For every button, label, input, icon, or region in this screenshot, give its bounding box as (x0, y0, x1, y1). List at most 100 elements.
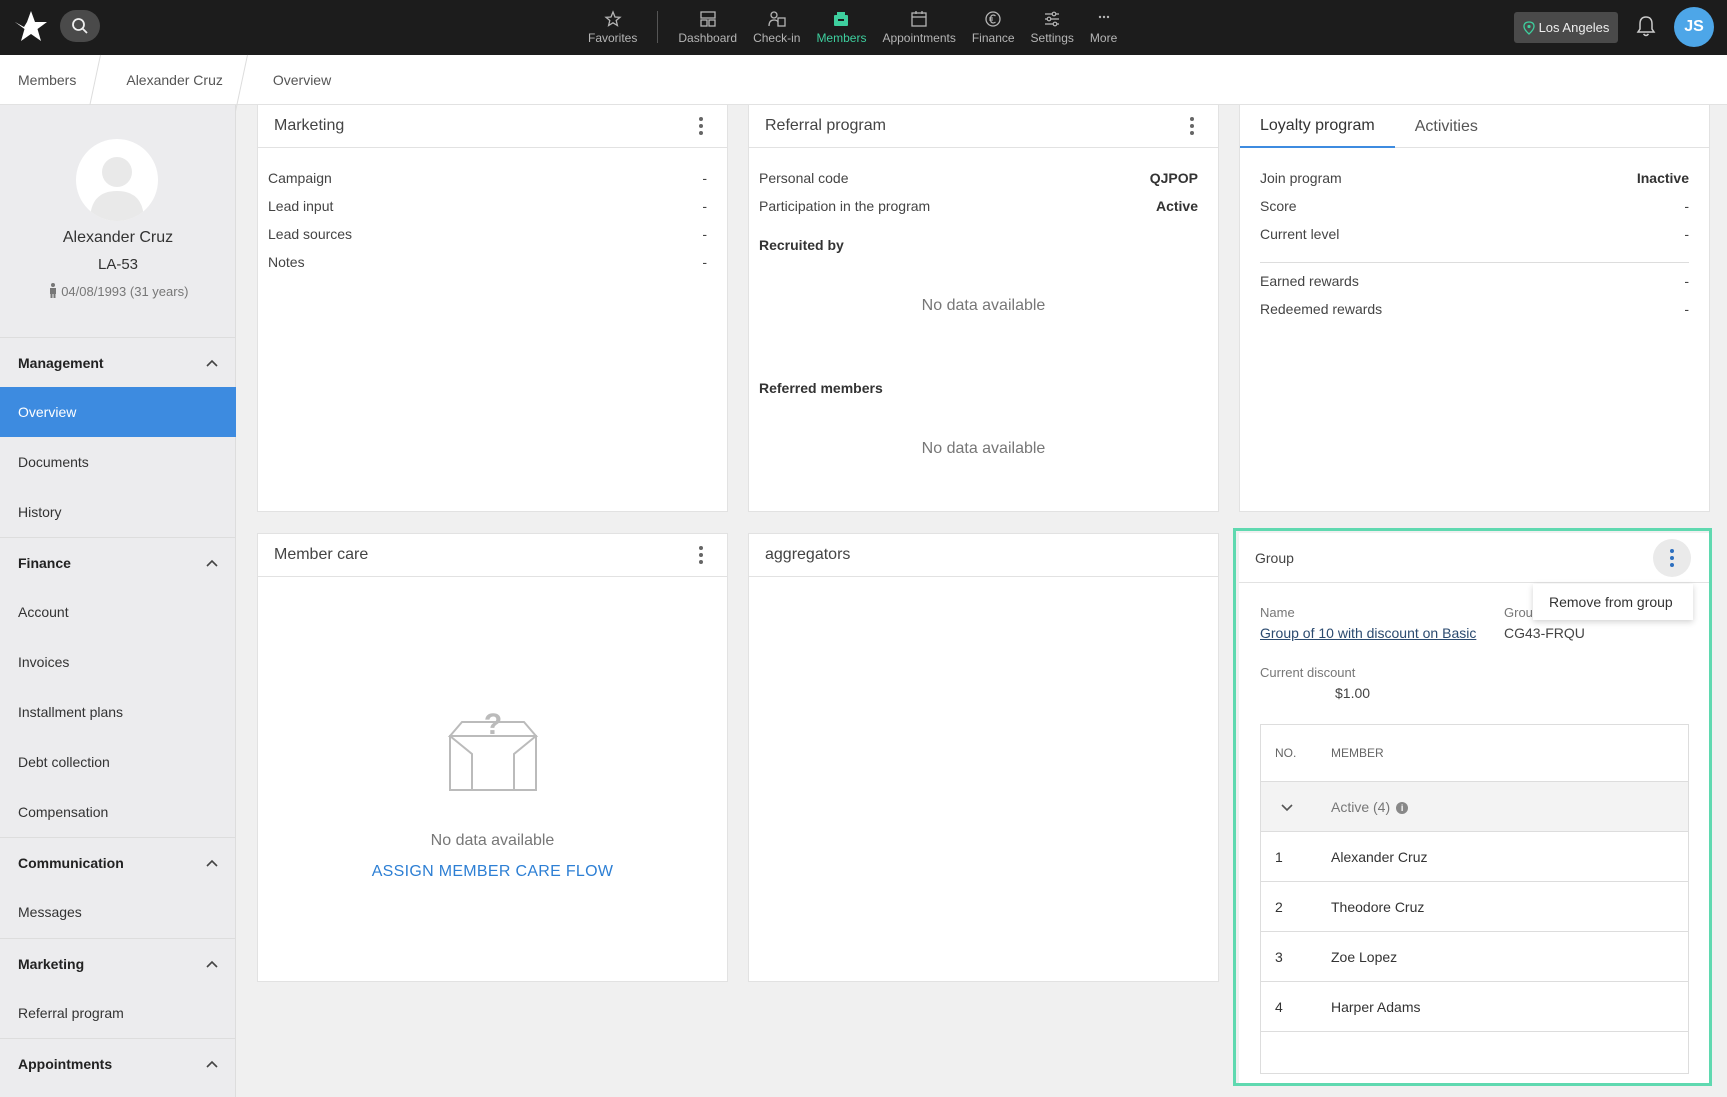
row-label: Join program (1260, 170, 1342, 186)
tab-activities[interactable]: Activities (1395, 105, 1498, 148)
nav-check-in[interactable]: Check-in (745, 0, 808, 55)
location-pin-icon (1522, 20, 1535, 35)
location-selector[interactable]: Los Angeles (1514, 12, 1618, 43)
nav-settings[interactable]: Settings (1023, 0, 1082, 55)
member-care-card: Member care ? No data available ASSIGN M… (257, 533, 728, 982)
section-label: Communication (18, 854, 124, 871)
breadcrumb-overview: Overview (272, 71, 332, 88)
dashboard-icon (700, 11, 716, 27)
card-header: aggregators (749, 534, 1218, 577)
card-title: Marketing (274, 117, 345, 134)
sidebar-item-history[interactable]: History (0, 487, 236, 537)
row-value: - (702, 226, 707, 242)
no-data-text: No data available (921, 440, 1046, 457)
sidebar-section-communication[interactable]: Communication (0, 837, 236, 887)
sidebar-item-referral-program[interactable]: Referral program (0, 988, 236, 1038)
sidebar-item-overview[interactable]: Overview (0, 387, 236, 437)
person-placeholder-icon (90, 157, 144, 221)
sidebar-section-management[interactable]: Management (0, 337, 236, 387)
user-avatar[interactable]: JS (1674, 7, 1714, 47)
row-value: - (702, 170, 707, 186)
card-header: Referral program (749, 105, 1218, 148)
member-name: Alexander Cruz (62, 229, 174, 246)
divider (1260, 262, 1689, 263)
row-label: Redeemed rewards (1260, 301, 1383, 317)
nav-divider (657, 11, 659, 43)
nav-dashboard[interactable]: Dashboard (670, 0, 745, 55)
chevron-up-icon (206, 859, 218, 867)
nav-members[interactable]: Members (808, 0, 874, 55)
sidebar-item-messages[interactable]: Messages (0, 887, 236, 937)
member-avatar (76, 139, 158, 221)
referral-row-personal-code: Personal code QJPOP (759, 170, 1198, 186)
breadcrumb: Members Alexander Cruz Overview (0, 55, 1727, 105)
loyalty-row-redeemed-rewards: Redeemed rewards - (1260, 301, 1689, 317)
bell-icon (1636, 16, 1656, 37)
kebab-menu-icon[interactable] (691, 114, 711, 138)
nav-favorites[interactable]: Favorites (580, 0, 645, 55)
chevron-up-icon (206, 559, 218, 567)
nav-label: Settings (1030, 31, 1074, 45)
nav-appointments[interactable]: Appointments (874, 0, 963, 55)
section-label: Management (18, 354, 104, 371)
row-value: - (702, 198, 707, 214)
sidebar-item-debt-collection[interactable]: Debt collection (0, 737, 236, 787)
recruited-by-heading: Recruited by (759, 237, 844, 253)
sidebar-section-appointments[interactable]: Appointments (0, 1038, 236, 1088)
member-dob-text: 04/08/1993 (31 years) (61, 284, 189, 299)
breadcrumb-member-name[interactable]: Alexander Cruz (108, 55, 241, 105)
sidebar-item-documents[interactable]: Documents (0, 437, 236, 487)
card-title: aggregators (765, 546, 851, 563)
assign-member-care-flow-link[interactable]: ASSIGN MEMBER CARE FLOW (258, 863, 727, 881)
breadcrumb-separator (94, 55, 108, 105)
row-value: - (702, 254, 707, 270)
nav-label: Appointments (882, 31, 956, 45)
search-icon (72, 18, 88, 34)
calendar-icon (911, 11, 927, 27)
referred-members-heading: Referred members (759, 380, 883, 396)
members-icon (834, 12, 849, 26)
section-label: Marketing (18, 955, 85, 972)
group-card-highlight (1233, 528, 1712, 1086)
loyalty-row-earned-rewards: Earned rewards - (1260, 273, 1689, 289)
star-icon (604, 10, 622, 27)
marketing-row-notes: Notes - (268, 254, 707, 270)
nav-label: More (1089, 31, 1118, 45)
card-header: Marketing (258, 105, 727, 148)
marketing-row-lead-sources: Lead sources - (268, 226, 707, 242)
loyalty-program-card: Loyalty program Activities Join program I… (1239, 104, 1710, 512)
sidebar-item-installment-plans[interactable]: Installment plans (0, 687, 236, 737)
nav-more[interactable]: More (1082, 0, 1125, 55)
sidebar-item-invoices[interactable]: Invoices (0, 637, 236, 687)
row-value: - (1684, 301, 1689, 317)
tab-loyalty-program[interactable]: Loyalty program (1240, 105, 1395, 148)
marketing-card: Marketing Campaign - Lead input - Lead sou… (257, 104, 728, 512)
sliders-icon (1045, 11, 1060, 27)
nav-finance[interactable]: Finance (964, 0, 1023, 55)
row-value: - (1684, 273, 1689, 289)
main-nav: Favorites Dashboard Check-in Members App… (580, 0, 1125, 55)
breadcrumb-members[interactable]: Members (0, 55, 94, 105)
aggregators-card: aggregators (748, 533, 1219, 982)
sidebar-item-account[interactable]: Account (0, 587, 236, 637)
section-label: Appointments (18, 1055, 113, 1072)
row-label: Score (1260, 198, 1297, 214)
row-value: - (1684, 198, 1689, 214)
more-icon (1098, 15, 1109, 19)
search-button[interactable] (60, 10, 100, 42)
sidebar-section-finance[interactable]: Finance (0, 537, 236, 587)
nav-label: Finance (971, 31, 1015, 45)
kebab-menu-icon[interactable] (1182, 114, 1202, 138)
sidebar-item-compensation[interactable]: Compensation (0, 787, 236, 837)
app-logo-icon[interactable] (12, 8, 50, 46)
empty-box-icon: ? (447, 708, 539, 791)
row-label: Personal code (759, 170, 849, 186)
kebab-menu-icon[interactable] (691, 543, 711, 567)
referral-row-participation: Participation in the program Active (759, 198, 1198, 214)
check-in-icon (768, 11, 786, 27)
card-title: Referral program (765, 117, 886, 134)
notifications-button[interactable] (1635, 14, 1657, 43)
nav-label: Favorites (588, 31, 638, 45)
nav-label: Members (816, 31, 867, 45)
sidebar-section-marketing[interactable]: Marketing (0, 938, 236, 988)
